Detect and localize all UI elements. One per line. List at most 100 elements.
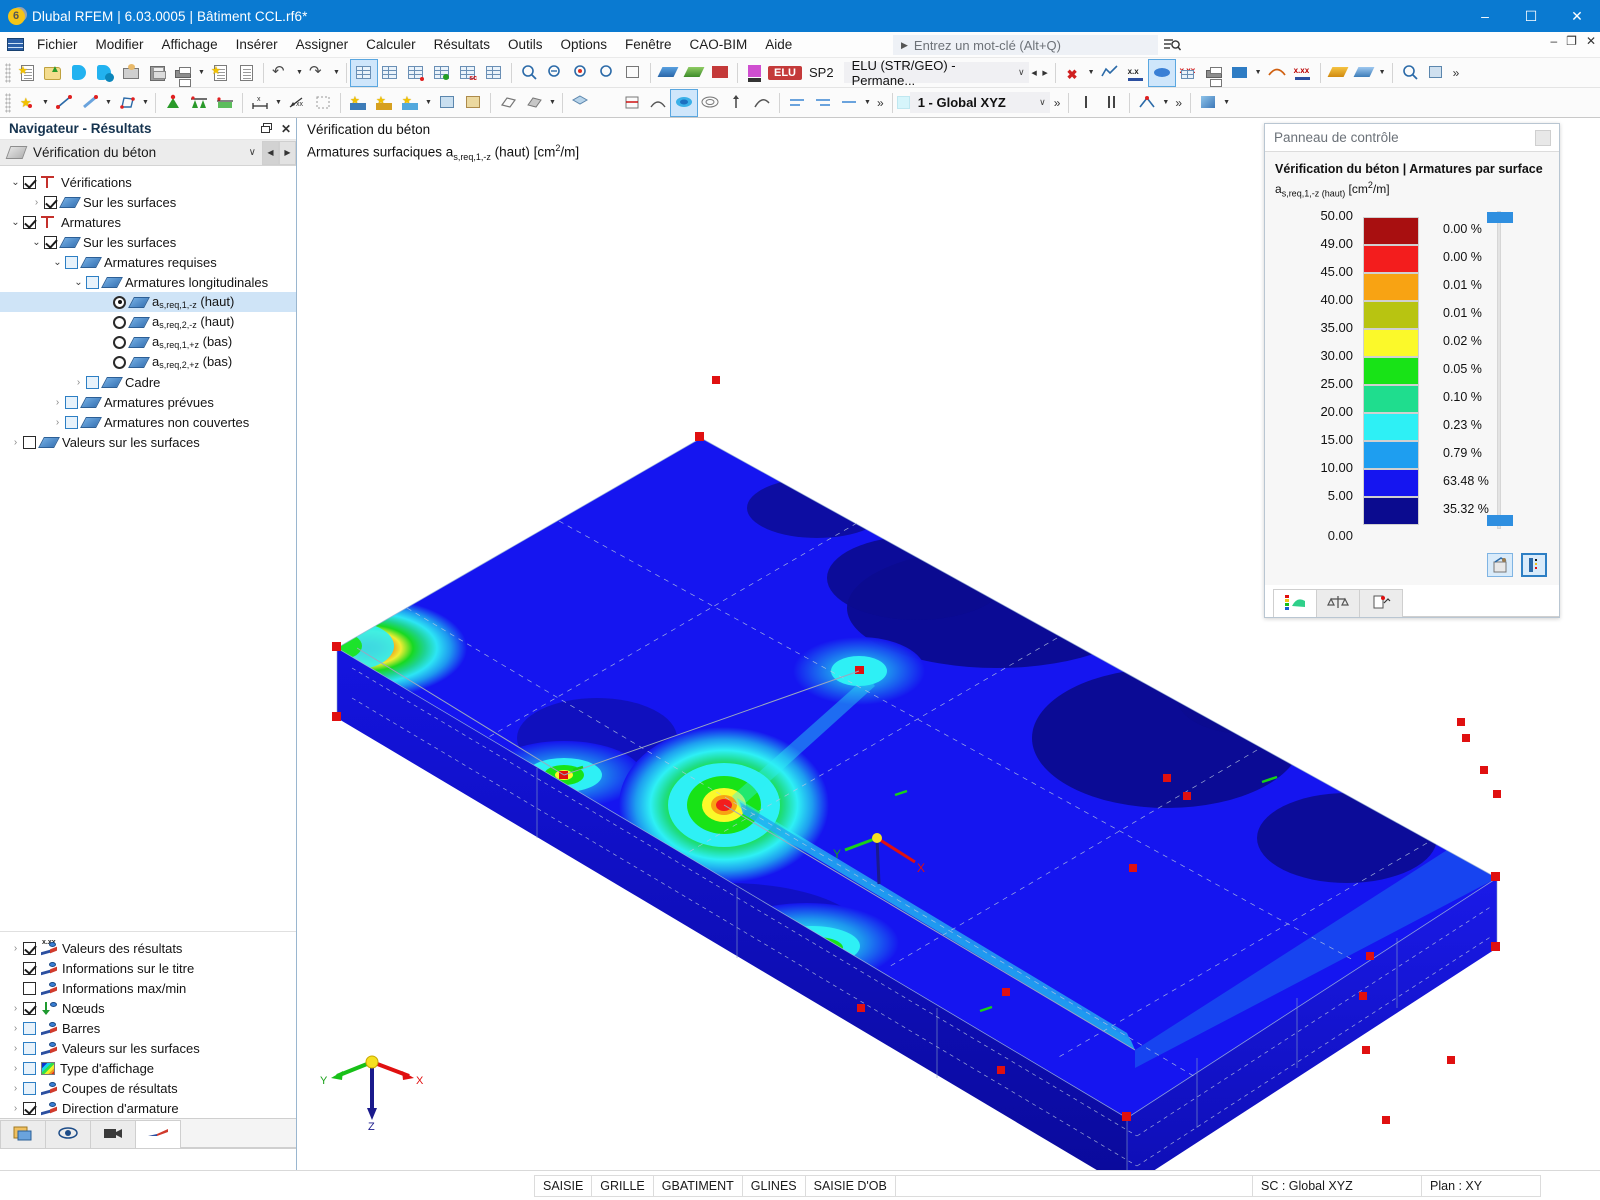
chevron-right-icon[interactable]: › [8, 437, 23, 448]
node-icon[interactable]: ★ [14, 90, 40, 116]
legend-slider-bottom-knob[interactable] [1487, 515, 1513, 527]
menu-affichage[interactable]: Affichage [153, 34, 227, 55]
render-dropdown-arrow[interactable]: ▼ [547, 99, 558, 106]
render-mode-icon[interactable] [1195, 90, 1221, 116]
chevron-down-icon[interactable]: ∨ [243, 147, 262, 158]
load-case-icon[interactable] [742, 60, 768, 86]
surface-dropdown-arrow[interactable]: ▼ [140, 99, 151, 106]
tree-item-as-req-1-pz[interactable]: as,req,1,+z (bas) [0, 332, 296, 352]
chevron-down-icon[interactable]: ⌄ [50, 257, 65, 268]
xxx-values-icon[interactable]: x.xx [1290, 60, 1316, 86]
surface-support-icon[interactable] [212, 90, 238, 116]
chevron-down-icon[interactable]: ⌄ [71, 277, 86, 288]
table-icon[interactable] [350, 58, 378, 87]
load2-icon[interactable]: ★ [371, 90, 397, 116]
surface-results2-icon[interactable] [681, 60, 707, 86]
tree-item-armatures-requises[interactable]: ⌄ Armatures requises [0, 252, 296, 272]
load4-icon[interactable] [434, 90, 460, 116]
menu-resultats[interactable]: Résultats [425, 34, 499, 55]
mirror-icon[interactable] [645, 90, 671, 116]
table3-icon[interactable] [403, 60, 429, 86]
view-iso-icon[interactable] [567, 90, 593, 116]
chevron-right-icon[interactable]: › [8, 1043, 23, 1054]
tab-display-navigator[interactable] [45, 1120, 91, 1148]
checkbox[interactable] [23, 435, 36, 449]
legend-slider[interactable] [1487, 211, 1513, 530]
support-icon[interactable] [160, 90, 186, 116]
checkbox[interactable] [65, 395, 78, 409]
chevron-down-icon[interactable]: ⌄ [8, 217, 23, 228]
tab-views-navigator[interactable] [90, 1120, 136, 1148]
dimension-icon[interactable]: x [247, 90, 273, 116]
zoom-icon[interactable] [516, 60, 542, 86]
status-plane[interactable]: Plan : XY [1421, 1174, 1541, 1197]
navigator-next-button[interactable]: ▶ [279, 140, 296, 165]
status-glines[interactable]: GLINES [741, 1174, 806, 1197]
extrude-icon[interactable] [723, 90, 749, 116]
rfem-settings-icon[interactable] [92, 60, 118, 86]
tree-item-armatures-longitudinales[interactable]: ⌄ Armatures longitudinales [0, 272, 296, 292]
new-file-icon[interactable]: ★ [14, 60, 40, 86]
grid-icon[interactable] [310, 90, 336, 116]
checkbox[interactable] [44, 235, 57, 249]
tree-item-direction-armature[interactable]: › Direction d'armature [0, 1098, 296, 1118]
tree-item-valeurs-sur-les-surfaces[interactable]: › Valeurs sur les surfaces [0, 432, 296, 452]
checkbox[interactable] [44, 195, 57, 209]
mdi-minimize-button[interactable]: – [1550, 34, 1557, 48]
surface-icon[interactable] [114, 90, 140, 116]
open-folder-icon[interactable]: ▲ [40, 60, 66, 86]
cs-overflow-button[interactable]: » [1050, 96, 1065, 110]
surface-results-icon[interactable] [655, 60, 681, 86]
view-fit-icon[interactable] [620, 60, 646, 86]
color-palette-icon[interactable] [1487, 553, 1513, 577]
section-results-icon[interactable] [1325, 60, 1351, 86]
render-mode-dropdown-arrow[interactable]: ▼ [1221, 99, 1232, 106]
chevron-right-icon[interactable]: › [50, 397, 65, 408]
node-dropdown-arrow[interactable]: ▼ [40, 99, 51, 106]
menu-outils[interactable]: Outils [499, 34, 552, 55]
tree-item-barres[interactable]: › Barres [0, 1018, 296, 1038]
checkbox[interactable] [23, 961, 36, 975]
chevron-down-icon[interactable]: ⌄ [8, 177, 23, 188]
chevron-right-icon[interactable]: › [8, 1003, 23, 1014]
tree-item-informations-titre[interactable]: Informations sur le titre [0, 958, 296, 978]
chevron-right-icon[interactable]: › [8, 1083, 23, 1094]
chevron-right-icon[interactable]: › [8, 1023, 23, 1034]
search-icon[interactable] [1164, 37, 1182, 55]
report-icon[interactable] [233, 60, 259, 86]
status-coordinate-system[interactable]: SC : Global XYZ [1252, 1174, 1422, 1197]
result-diagram-icon[interactable] [1097, 60, 1123, 86]
load-case-display-icon[interactable] [707, 60, 733, 86]
tree-item-as-req-2-mz[interactable]: as,req,2,-z (haut) [0, 312, 296, 332]
tree-item-armatures-prevues[interactable]: › Armatures prévues [0, 392, 296, 412]
checkbox[interactable] [23, 981, 36, 995]
maximize-button[interactable]: ☐ [1508, 0, 1554, 32]
model-3d-icon[interactable] [1423, 60, 1449, 86]
tree-item-verifications[interactable]: ⌄ Vérifications [0, 172, 296, 192]
tab-color-legend[interactable] [1273, 589, 1317, 617]
toolbar2-grip[interactable] [5, 92, 11, 113]
tree-item-valeurs-sur-les-surfaces-display[interactable]: › Valeurs sur les surfaces [0, 1038, 296, 1058]
chevron-right-icon[interactable]: › [8, 1103, 23, 1114]
coordinate-system-combo[interactable]: 1 - Global XYZ ∨ [909, 92, 1050, 113]
load-dropdown-arrow[interactable]: ▼ [423, 99, 434, 106]
align3-icon[interactable] [836, 90, 862, 116]
tree-item-as-req-1-mz[interactable]: as,req,1,-z (haut) [0, 292, 296, 312]
mdi-restore-button[interactable]: ❐ [1566, 34, 1577, 48]
tree-item-type-affichage[interactable]: › Type d'affichage [0, 1058, 296, 1078]
save-icon[interactable] [144, 60, 170, 86]
checkbox[interactable] [23, 1061, 36, 1075]
undo-dropdown-arrow[interactable]: ▼ [294, 69, 305, 76]
chevron-right-icon[interactable]: › [8, 1063, 23, 1074]
chevron-right-icon[interactable]: › [8, 943, 23, 954]
undo-icon[interactable]: ↶ [268, 60, 294, 86]
menu-modifier[interactable]: Modifier [87, 34, 153, 55]
navigator-module-combo[interactable]: Vérification du béton ∨ ◀ ▶ [0, 140, 296, 166]
tree-item-armatures[interactable]: ⌄ Armatures [0, 212, 296, 232]
tree-item-ver-surfaces[interactable]: › Sur les surfaces [0, 192, 296, 212]
redo-icon[interactable]: ↷ [305, 60, 331, 86]
menu-calculer[interactable]: Calculer [357, 34, 425, 55]
status-grille[interactable]: GRILLE [591, 1174, 654, 1197]
menu-aide[interactable]: Aide [756, 34, 801, 55]
mdi-close-button[interactable]: ✕ [1586, 34, 1596, 48]
